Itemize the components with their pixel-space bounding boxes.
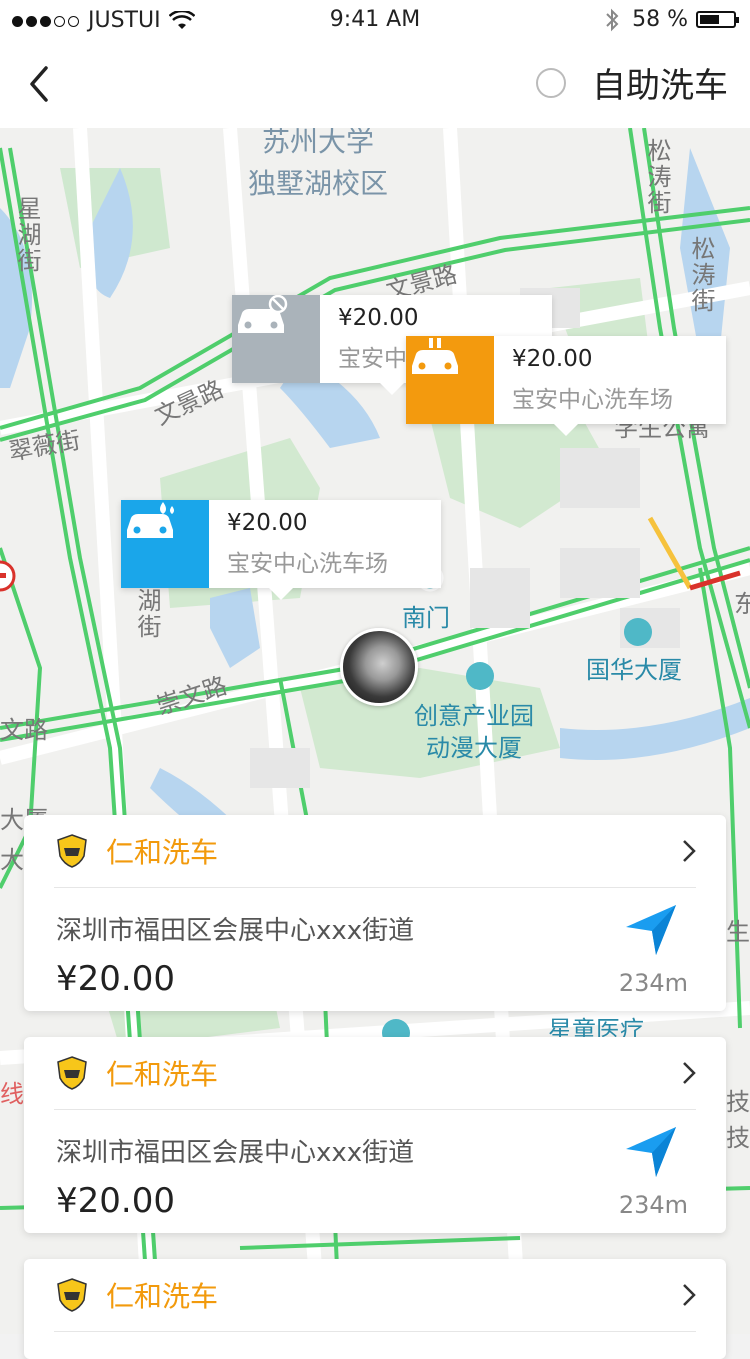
station-distance: 234m bbox=[618, 969, 688, 997]
nav-bar: 自助洗车 bbox=[0, 40, 750, 128]
car-charging-icon bbox=[406, 336, 494, 424]
map-label: 线 bbox=[0, 1080, 24, 1108]
shop-shield-icon bbox=[57, 1278, 87, 1312]
map-label: 南门 bbox=[402, 604, 450, 632]
pin-price: ¥20.00 bbox=[227, 510, 308, 536]
car-wash-icon bbox=[121, 500, 209, 588]
map-label: 创意产业园 bbox=[414, 702, 534, 730]
map-label: 生 bbox=[726, 918, 750, 946]
navigate-arrow-icon[interactable] bbox=[624, 903, 678, 957]
user-location-avatar[interactable] bbox=[340, 628, 418, 706]
battery-percent: 58 % bbox=[632, 7, 688, 32]
shop-name: 仁和洗车 bbox=[106, 1058, 219, 1091]
car-disabled-icon bbox=[232, 295, 320, 383]
self-wash-toggle[interactable]: 自助洗车 bbox=[536, 58, 728, 107]
map-label: 动漫大厦 bbox=[426, 734, 522, 762]
wash-station-pin[interactable]: ¥20.00 宝安中心洗车场 bbox=[406, 336, 726, 436]
status-bar: JUSTUI 9:41 AM 58 % bbox=[0, 0, 750, 40]
back-icon[interactable] bbox=[26, 62, 66, 106]
navigate-arrow-icon[interactable] bbox=[624, 1125, 678, 1179]
map-label: 松涛街 bbox=[687, 236, 715, 314]
chevron-right-icon[interactable] bbox=[682, 1061, 696, 1085]
map-label: 湖街 bbox=[133, 588, 161, 640]
map-label: 苏州大学 bbox=[262, 128, 375, 158]
map-label: 东 bbox=[734, 590, 750, 618]
chevron-right-icon[interactable] bbox=[682, 1283, 696, 1307]
pin-name: 宝安中心洗车场 bbox=[227, 551, 388, 577]
pin-price: ¥20.00 bbox=[338, 305, 419, 331]
map-label: 松涛街 bbox=[643, 138, 671, 216]
pin-name: 宝安中心洗车场 bbox=[512, 387, 673, 413]
radio-icon[interactable] bbox=[536, 67, 566, 98]
map-label: 国华大厦 bbox=[586, 656, 682, 684]
map-label: 技 bbox=[726, 1088, 750, 1116]
shop-shield-icon bbox=[57, 1056, 87, 1090]
station-distance: 234m bbox=[618, 1191, 688, 1219]
shop-name: 仁和洗车 bbox=[106, 1280, 219, 1313]
map-label: 星湖街 bbox=[13, 196, 41, 274]
station-card[interactable]: 仁和洗车 bbox=[24, 1259, 726, 1359]
shop-shield-icon bbox=[57, 834, 87, 868]
chevron-right-icon[interactable] bbox=[682, 839, 696, 863]
map-label: 技 bbox=[726, 1124, 750, 1152]
map-label: 大 bbox=[0, 846, 24, 874]
station-card[interactable]: 仁和洗车 深圳市福田区会展中心xxx街道 ¥20.00 234m bbox=[24, 815, 726, 1011]
wash-station-pin[interactable]: ¥20.00 宝安中心洗车场 bbox=[121, 500, 441, 600]
map-label: 独墅湖校区 bbox=[248, 167, 389, 200]
station-card[interactable]: 仁和洗车 深圳市福田区会展中心xxx街道 ¥20.00 234m bbox=[24, 1037, 726, 1233]
self-wash-label: 自助洗车 bbox=[592, 66, 728, 106]
pin-price: ¥20.00 bbox=[512, 346, 593, 372]
battery-icon bbox=[696, 11, 739, 28]
shop-name: 仁和洗车 bbox=[106, 836, 219, 869]
bluetooth-icon bbox=[606, 8, 619, 31]
map-label: 文路 bbox=[0, 716, 48, 744]
